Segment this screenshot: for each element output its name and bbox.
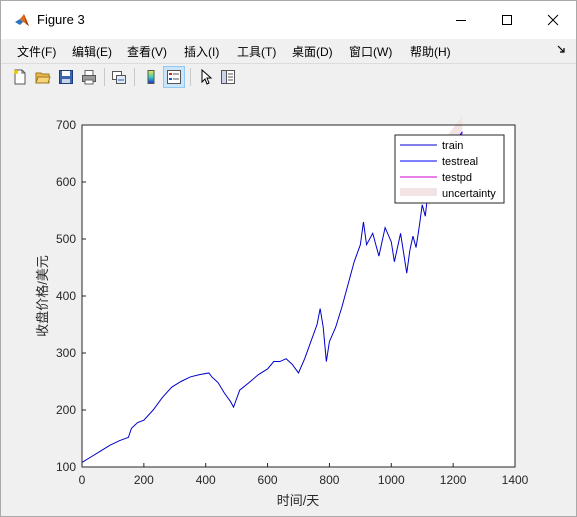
pointer-icon [201, 69, 213, 85]
new-figure-button[interactable] [10, 67, 30, 87]
maximize-icon [502, 15, 512, 25]
save-button[interactable] [56, 67, 76, 87]
legend-uncertainty-label: uncertainty [442, 188, 496, 200]
minimize-button[interactable] [438, 1, 484, 39]
legend[interactable]: train testreal testpd uncertainty [394, 134, 505, 204]
legend-train-label: train [442, 140, 463, 152]
legend-uncertainty-swatch [400, 188, 437, 196]
minimize-icon [456, 20, 466, 21]
toolbar [1, 63, 576, 91]
legend-icon [167, 70, 181, 84]
toolbar-separator [134, 68, 135, 86]
y-tick-label: 300 [56, 346, 76, 360]
x-tick-label: 1400 [502, 473, 529, 487]
menu-file[interactable]: 文件(F) [17, 43, 56, 60]
plot-svg: 0 200 400 600 800 1000 1200 1400 100 200 300 400 50… [35, 116, 529, 508]
x-tick-label: 1000 [378, 473, 405, 487]
menu-tools[interactable]: 工具(T) [237, 43, 276, 60]
y-axis-label: 收盘价格/美元 [35, 255, 50, 337]
y-tick-label: 400 [56, 289, 76, 303]
y-tick-label: 200 [56, 403, 76, 417]
toolbar-separator [104, 68, 105, 86]
toolbar-separator [190, 68, 191, 86]
open-file-button[interactable] [33, 67, 53, 87]
y-tick-label: 700 [56, 118, 76, 132]
open-file-icon [35, 72, 51, 84]
y-tick-label: 500 [56, 232, 76, 246]
title-bar[interactable]: Figure 3 [1, 1, 576, 39]
new-figure-icon [14, 69, 26, 85]
plot-tools-icon [221, 70, 235, 84]
x-tick-label: 600 [258, 473, 278, 487]
colorbar-icon [147, 70, 155, 84]
save-icon [59, 70, 73, 84]
link-plot-icon [112, 71, 126, 84]
menu-desktop[interactable]: 桌面(D) [292, 43, 333, 60]
y-tick-label: 100 [56, 460, 76, 474]
x-tick-label: 200 [134, 473, 154, 487]
x-tick-label: 0 [79, 473, 86, 487]
close-icon [547, 14, 559, 26]
menu-help[interactable]: 帮助(H) [410, 43, 451, 60]
plot-tools-button[interactable] [218, 67, 238, 87]
figure-window: Figure 3 文件(F) 编辑(E) 查看(V) 插入(I) 工具(T) 桌… [0, 0, 577, 517]
dock-arrow-icon[interactable] [557, 45, 566, 54]
insert-legend-button[interactable] [163, 66, 185, 88]
maximize-button[interactable] [484, 1, 530, 39]
link-plot-button[interactable] [109, 67, 129, 87]
close-button[interactable] [530, 1, 576, 39]
window-title: Figure 3 [37, 12, 85, 27]
figure-canvas: 0 200 400 600 800 1000 1200 1400 100 200 300 400 50… [1, 91, 576, 516]
menu-bar: 文件(F) 编辑(E) 查看(V) 插入(I) 工具(T) 桌面(D) 窗口(W… [1, 39, 576, 63]
menu-window[interactable]: 窗口(W) [349, 43, 392, 60]
x-tick-label: 400 [196, 473, 216, 487]
y-tick-label: 600 [56, 175, 76, 189]
matlab-logo-icon [15, 14, 29, 26]
legend-testpd-label: testpd [442, 172, 472, 184]
print-button[interactable] [79, 67, 99, 87]
edit-plot-button[interactable] [196, 67, 216, 87]
x-tick-label: 800 [319, 473, 339, 487]
menu-insert[interactable]: 插入(I) [184, 43, 219, 60]
insert-colorbar-button[interactable] [141, 67, 161, 87]
menu-edit[interactable]: 编辑(E) [72, 43, 112, 60]
menu-view[interactable]: 查看(V) [127, 43, 167, 60]
legend-testreal-label: testreal [442, 156, 478, 168]
x-axis-label: 时间/天 [277, 493, 320, 508]
x-tick-label: 1200 [440, 473, 467, 487]
print-icon [82, 70, 96, 85]
y-axis: 100 200 300 400 500 600 700 [56, 118, 86, 474]
